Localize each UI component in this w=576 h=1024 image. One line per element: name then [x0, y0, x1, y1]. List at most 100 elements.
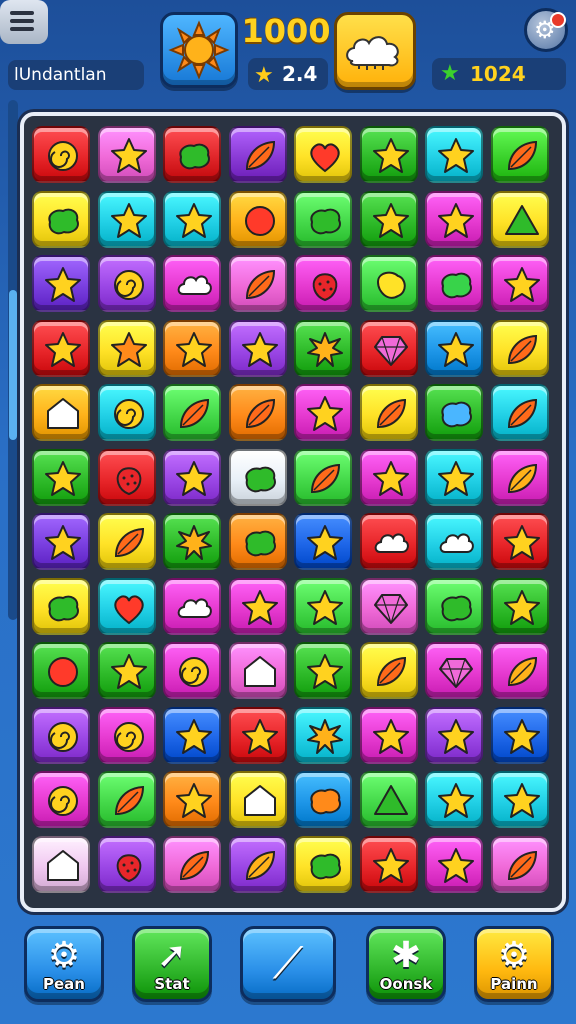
candy-tile[interactable]	[490, 255, 549, 312]
candy-tile[interactable]	[425, 642, 483, 699]
candy-tile[interactable]	[359, 255, 418, 312]
candy-tile[interactable]	[228, 448, 287, 506]
candy-tile[interactable]	[425, 513, 483, 570]
candy-tile[interactable]	[163, 835, 221, 893]
candy-tile[interactable]	[97, 642, 156, 699]
candy-tile[interactable]	[32, 384, 90, 441]
candy-tile[interactable]	[32, 255, 90, 312]
candy-tile[interactable]	[163, 319, 221, 377]
candy-tile[interactable]	[97, 448, 156, 506]
candy-tile[interactable]	[32, 190, 90, 248]
candy-tile[interactable]	[294, 577, 352, 635]
candy-tile[interactable]	[32, 835, 90, 893]
candy-tile[interactable]	[359, 513, 418, 570]
candy-tile[interactable]	[490, 835, 549, 893]
candy-tile[interactable]	[490, 577, 549, 635]
candy-tile[interactable]	[228, 513, 287, 570]
candy-tile[interactable]	[97, 255, 156, 312]
bottom-button-pean[interactable]: ⚙ Pean	[24, 926, 104, 1002]
candy-tile[interactable]	[359, 190, 418, 248]
candy-tile[interactable]	[32, 448, 90, 506]
candy-tile[interactable]	[228, 255, 287, 312]
candy-tile[interactable]	[294, 255, 352, 312]
candy-tile[interactable]	[163, 448, 221, 506]
candy-tile[interactable]	[97, 190, 156, 248]
settings-button[interactable]: ⚙	[524, 8, 568, 52]
candy-tile[interactable]	[425, 448, 483, 506]
candy-tile[interactable]	[32, 513, 90, 570]
candy-tile[interactable]	[163, 384, 221, 441]
candy-tile[interactable]	[425, 190, 483, 248]
candy-tile[interactable]	[294, 319, 352, 377]
candy-tile[interactable]	[163, 255, 221, 312]
candy-tile[interactable]	[97, 319, 156, 377]
candy-tile[interactable]	[32, 771, 90, 828]
candy-tile[interactable]	[294, 448, 352, 506]
candy-tile[interactable]	[294, 513, 352, 570]
bottom-button-oonsk[interactable]: ✱ Oonsk	[366, 926, 446, 1002]
candy-tile[interactable]	[97, 835, 156, 893]
cloud-button[interactable]	[334, 12, 416, 90]
candy-tile[interactable]	[359, 577, 418, 635]
candy-tile[interactable]	[163, 126, 221, 183]
candy-tile[interactable]	[294, 190, 352, 248]
candy-tile[interactable]	[359, 835, 418, 893]
candy-tile[interactable]	[425, 319, 483, 377]
candy-tile[interactable]	[359, 319, 418, 377]
candy-tile[interactable]	[359, 771, 418, 828]
candy-tile[interactable]	[490, 448, 549, 506]
side-scrollbar[interactable]	[8, 100, 18, 620]
candy-tile[interactable]	[425, 706, 483, 764]
candy-tile[interactable]	[163, 190, 221, 248]
candy-tile[interactable]	[32, 319, 90, 377]
candy-tile[interactable]	[490, 190, 549, 248]
candy-tile[interactable]	[228, 577, 287, 635]
candy-tile[interactable]	[359, 384, 418, 441]
candy-tile[interactable]	[294, 642, 352, 699]
candy-tile[interactable]	[294, 384, 352, 441]
candy-tile[interactable]	[97, 126, 156, 183]
candy-tile[interactable]	[359, 642, 418, 699]
candy-tile[interactable]	[425, 126, 483, 183]
candy-tile[interactable]	[163, 577, 221, 635]
candy-tile[interactable]	[294, 706, 352, 764]
candy-tile[interactable]	[228, 126, 287, 183]
candy-tile[interactable]	[97, 577, 156, 635]
candy-tile[interactable]	[32, 642, 90, 699]
candy-tile[interactable]	[32, 126, 90, 183]
candy-tile[interactable]	[228, 384, 287, 441]
sun-button[interactable]	[160, 12, 238, 88]
candy-tile[interactable]	[228, 642, 287, 699]
candy-tile[interactable]	[228, 771, 287, 828]
candy-tile[interactable]	[425, 255, 483, 312]
candy-tile[interactable]	[32, 577, 90, 635]
candy-tile[interactable]	[228, 706, 287, 764]
candy-tile[interactable]	[425, 577, 483, 635]
candy-tile[interactable]	[228, 835, 287, 893]
candy-tile[interactable]	[359, 126, 418, 183]
candy-tile[interactable]	[228, 190, 287, 248]
candy-tile[interactable]	[97, 513, 156, 570]
scroll-thumb[interactable]	[9, 290, 17, 440]
candy-tile[interactable]	[228, 319, 287, 377]
candy-tile[interactable]	[490, 771, 549, 828]
candy-tile[interactable]	[490, 642, 549, 699]
candy-tile[interactable]	[294, 835, 352, 893]
candy-tile[interactable]	[97, 771, 156, 828]
bottom-button-painn[interactable]: ⚙ Painn	[474, 926, 554, 1002]
candy-tile[interactable]	[359, 706, 418, 764]
candy-tile[interactable]	[359, 448, 418, 506]
candy-tile[interactable]	[32, 706, 90, 764]
candy-tile[interactable]	[490, 319, 549, 377]
candy-tile[interactable]	[97, 384, 156, 441]
candy-tile[interactable]	[490, 706, 549, 764]
candy-tile[interactable]	[163, 642, 221, 699]
candy-tile[interactable]	[294, 771, 352, 828]
candy-tile[interactable]	[490, 384, 549, 441]
candy-tile[interactable]	[425, 771, 483, 828]
candy-tile[interactable]	[294, 126, 352, 183]
candy-tile[interactable]	[163, 513, 221, 570]
candy-tile[interactable]	[425, 835, 483, 893]
menu-button[interactable]	[0, 0, 48, 44]
candy-tile[interactable]	[490, 126, 549, 183]
